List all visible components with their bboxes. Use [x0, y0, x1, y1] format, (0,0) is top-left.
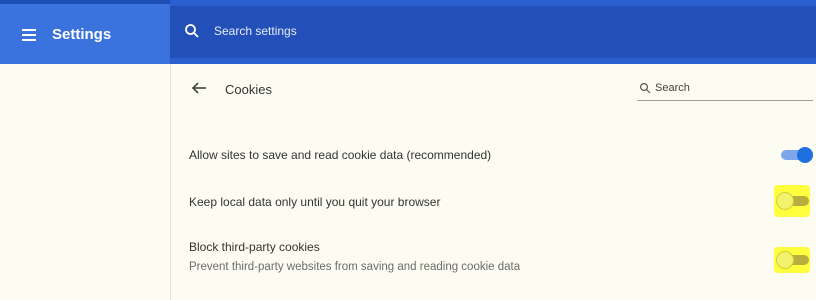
app-header: Settings — [0, 0, 170, 64]
sidebar — [0, 64, 170, 300]
settings-search-input[interactable]: Search settings — [214, 24, 297, 38]
menu-icon[interactable] — [22, 29, 36, 41]
allow-cookies-toggle[interactable] — [777, 146, 813, 164]
search-icon — [185, 24, 199, 38]
toggle-knob — [797, 147, 813, 163]
top-bar: Settings Search settings — [0, 0, 816, 64]
page-title: Cookies — [225, 82, 272, 97]
setting-label-keep-local-data: Keep local data only until you quit your… — [189, 195, 441, 209]
settings-search-bar[interactable]: Search settings — [170, 6, 816, 58]
search-icon — [639, 82, 651, 94]
cookies-search-input[interactable]: Search — [637, 80, 813, 101]
block-third-party-toggle[interactable] — [777, 251, 813, 269]
app-title: Settings — [52, 26, 112, 43]
setting-label-allow-cookies: Allow sites to save and read cookie data… — [189, 148, 492, 162]
toggle-knob — [777, 193, 793, 209]
keep-local-data-toggle[interactable] — [777, 192, 813, 210]
back-arrow-icon[interactable] — [191, 81, 207, 95]
cookies-search-placeholder: Search — [655, 82, 690, 94]
toggle-knob — [777, 252, 793, 268]
cookies-panel: Cookies Search Allow sites to save and r… — [171, 64, 816, 300]
setting-description-block-third-party: Prevent third-party websites from saving… — [189, 261, 521, 273]
setting-label-block-third-party: Block third-party cookies — [189, 240, 320, 254]
